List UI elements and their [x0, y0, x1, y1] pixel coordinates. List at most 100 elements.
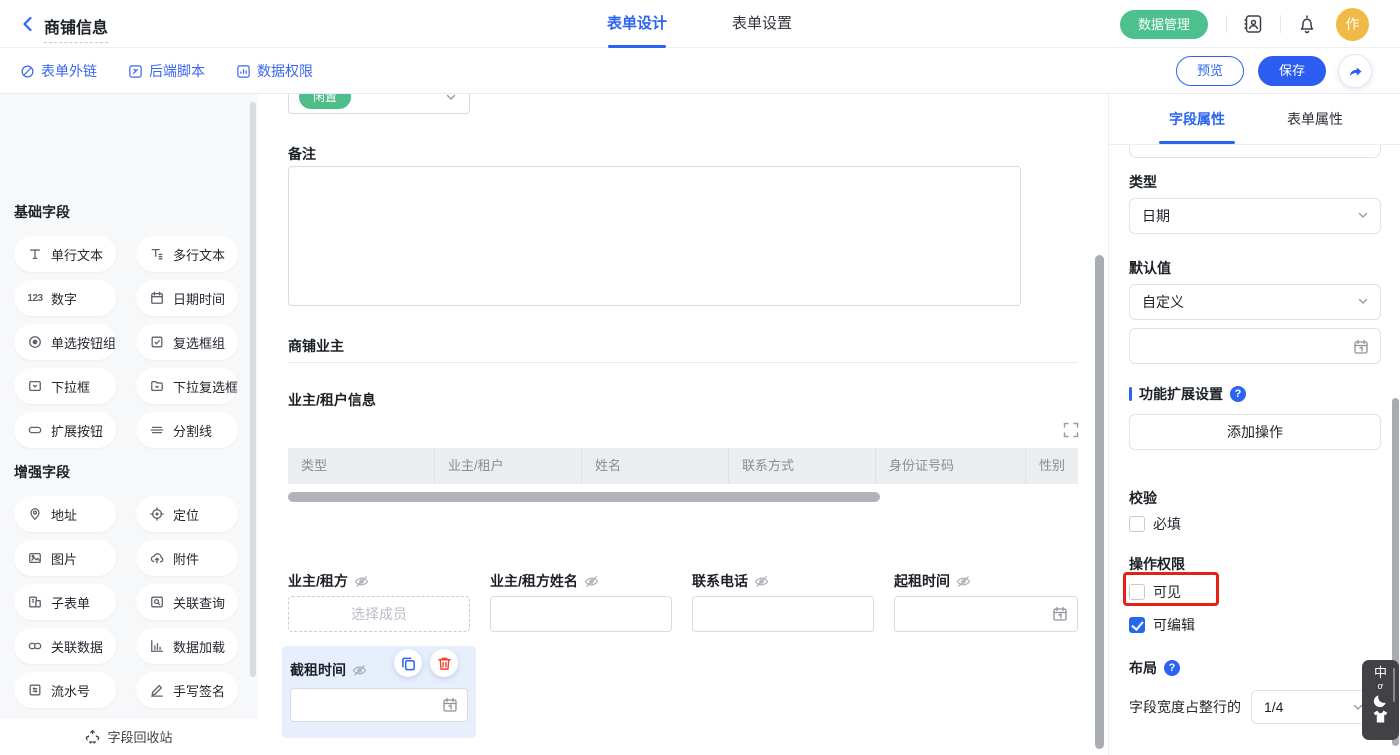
type-select[interactable]: 日期: [1129, 198, 1381, 234]
preview-button[interactable]: 预览: [1176, 56, 1244, 86]
field-width-select[interactable]: 1/4: [1251, 690, 1375, 724]
editable-checkbox-row[interactable]: 可编辑: [1129, 615, 1195, 635]
field-library-sidebar: 基础字段 单行文本 多行文本 123数字 日期时间 单选按钮组 复选框组 下拉框…: [0, 94, 258, 755]
user-avatar[interactable]: 作: [1336, 8, 1369, 41]
field-recycle-bin[interactable]: 字段回收站: [0, 717, 258, 755]
owner-name-input[interactable]: [490, 596, 672, 632]
backend-script-label: 后端脚本: [149, 61, 205, 81]
remark-textarea[interactable]: [288, 166, 1021, 306]
sidebar-item-label: 流水号: [51, 681, 90, 700]
fullscreen-expand-icon[interactable]: [1063, 422, 1079, 438]
field-label-text: 截租时间: [290, 660, 346, 680]
section-title-enhanced-fields: 增强字段: [14, 462, 70, 482]
sidebar-item-label: 复选框组: [173, 333, 225, 352]
external-link-label: 表单外链: [41, 61, 97, 81]
field-label-text: 业主/租方姓名: [490, 571, 578, 591]
contacts-book-icon[interactable]: [1242, 13, 1264, 35]
sidebar-item-label: 下拉复选框: [173, 377, 238, 396]
canvas-vertical-scrollbar[interactable]: [1095, 255, 1104, 749]
sidebar-item-single-line-text[interactable]: 单行文本: [14, 236, 116, 272]
required-checkbox[interactable]: [1129, 516, 1145, 532]
section-accent-bar: [1129, 387, 1132, 401]
default-value-select[interactable]: 自定义: [1129, 284, 1381, 320]
properties-panel: 字段属性 表单属性 类型 日期 默认值 自定义 功能扩展设置 ? 添加操作 校验: [1108, 94, 1400, 755]
visible-checkbox[interactable]: [1129, 584, 1145, 600]
data-permission-action[interactable]: 数据权限: [236, 61, 313, 81]
sidebar-item-multi-select[interactable]: 下拉复选框: [136, 368, 238, 404]
sidebar-item-location[interactable]: 定位: [136, 496, 238, 532]
tab-form-properties[interactable]: 表单属性: [1287, 94, 1343, 144]
sidebar-item-label: 单选按钮组: [51, 333, 116, 352]
sidebar-item-signature[interactable]: 手写签名: [136, 672, 238, 708]
paperclip-icon: [20, 64, 35, 79]
backend-script-action[interactable]: 后端脚本: [128, 61, 205, 81]
tab-field-properties[interactable]: 字段属性: [1169, 94, 1225, 144]
add-action-button[interactable]: 添加操作: [1129, 414, 1381, 450]
share-button[interactable]: [1338, 54, 1372, 88]
save-button[interactable]: 保存: [1258, 56, 1326, 86]
subform-horizontal-scrollbar[interactable]: [288, 492, 880, 502]
sidebar-item-linked-data[interactable]: 关联数据: [14, 628, 116, 664]
bell-icon[interactable]: [1296, 13, 1318, 35]
tab-form-design[interactable]: 表单设计: [607, 0, 667, 48]
extension-section-title: 功能扩展设置: [1139, 384, 1223, 404]
sidebar-item-divider-line[interactable]: 分割线: [136, 412, 238, 448]
required-checkbox-row[interactable]: 必填: [1129, 514, 1181, 534]
required-checkbox-label: 必填: [1153, 514, 1181, 534]
selected-field-lease-end[interactable]: 截租时间: [282, 646, 476, 738]
lease-start-date-input[interactable]: [894, 596, 1078, 632]
basic-fields-grid: 单行文本 多行文本 123数字 日期时间 单选按钮组 复选框组 下拉框 下拉复选…: [14, 236, 238, 448]
tab-form-settings[interactable]: 表单设置: [732, 0, 792, 48]
tab-field-properties-label: 字段属性: [1169, 111, 1225, 127]
visible-checkbox-label: 可见: [1153, 582, 1181, 602]
sidebar-item-extend-button[interactable]: 扩展按钮: [14, 412, 116, 448]
field-label-owner-name: 业主/租方姓名: [490, 573, 599, 589]
sidebar-item-label: 附件: [173, 549, 199, 568]
sidebar-item-linked-query[interactable]: 关联查询: [136, 584, 238, 620]
layout-section-title: 布局: [1129, 658, 1157, 678]
sidebar-item-serial-number[interactable]: 流水号: [14, 672, 116, 708]
properties-tabs: 字段属性 表单属性: [1109, 94, 1400, 145]
field-label-lease-end: 截租时间: [290, 660, 367, 680]
field-width-row: 字段宽度占整行的 1/4: [1129, 690, 1375, 724]
sidebar-item-radio-group[interactable]: 单选按钮组: [14, 324, 116, 360]
language-toggle[interactable]: 中: [1374, 665, 1387, 680]
sidebar-item-attachment[interactable]: 附件: [136, 540, 238, 576]
sidebar-item-image[interactable]: 图片: [14, 540, 116, 576]
sidebar-item-label: 图片: [51, 549, 77, 568]
copy-field-button[interactable]: [394, 649, 422, 677]
field-label-phone: 联系电话: [692, 573, 769, 589]
back-icon[interactable]: [18, 14, 38, 34]
help-icon[interactable]: ?: [1230, 386, 1246, 402]
sidebar-item-data-load[interactable]: 数据加载: [136, 628, 238, 664]
phone-input[interactable]: [692, 596, 874, 632]
tshirt-icon[interactable]: [1373, 710, 1388, 723]
visible-checkbox-row[interactable]: 可见: [1129, 582, 1181, 602]
sidebar-item-number[interactable]: 123数字: [14, 280, 116, 316]
sidebar-item-datetime[interactable]: 日期时间: [136, 280, 238, 316]
status-select[interactable]: 闲置: [288, 94, 470, 114]
data-permission-label: 数据权限: [257, 61, 313, 81]
sidebar-item-checkbox-group[interactable]: 复选框组: [136, 324, 238, 360]
sidebar-item-subform[interactable]: 子表单: [14, 584, 116, 620]
editable-checkbox[interactable]: [1129, 617, 1145, 633]
lease-end-date-input[interactable]: [290, 688, 468, 722]
recycle-icon: [85, 729, 100, 744]
delete-field-button[interactable]: [430, 649, 458, 677]
default-date-input[interactable]: [1129, 328, 1381, 364]
sidebar-item-label: 日期时间: [173, 289, 225, 308]
sidebar-item-label: 手写签名: [173, 681, 225, 700]
moon-icon[interactable]: [1373, 693, 1388, 708]
serial-number-icon: [27, 682, 43, 698]
data-manage-button[interactable]: 数据管理: [1120, 10, 1208, 39]
sidebar-item-address[interactable]: 地址: [14, 496, 116, 532]
sidebar-item-label: 地址: [51, 505, 77, 524]
help-icon[interactable]: ?: [1164, 660, 1180, 676]
translate-widget[interactable]: 中 ơ: [1362, 660, 1399, 740]
external-link-action[interactable]: 表单外链: [20, 61, 97, 81]
member-picker-input[interactable]: 选择成员: [288, 596, 470, 632]
sidebar-item-multi-line-text[interactable]: 多行文本: [136, 236, 238, 272]
subform-icon: [27, 594, 43, 610]
sidebar-item-select[interactable]: 下拉框: [14, 368, 116, 404]
sidebar-scrollbar[interactable]: [250, 102, 256, 677]
